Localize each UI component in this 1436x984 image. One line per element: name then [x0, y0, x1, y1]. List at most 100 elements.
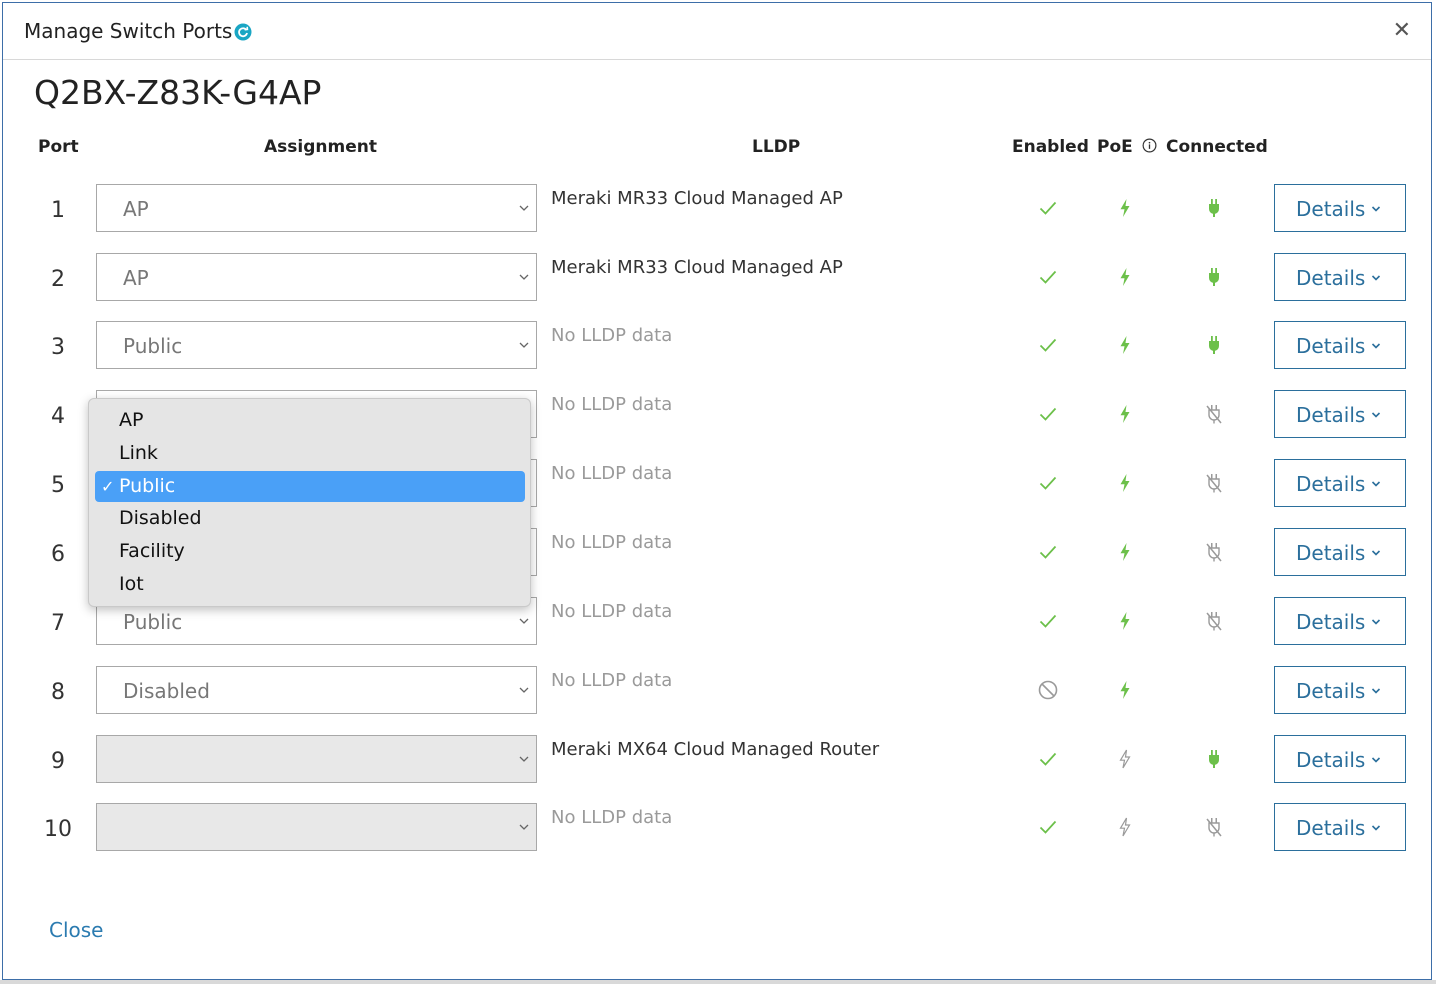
dropdown-option-label: Facility [119, 540, 185, 562]
unplugged-icon [1202, 471, 1226, 495]
dropdown-option-label: AP [119, 409, 144, 431]
details-label: Details [1296, 541, 1366, 565]
port-number: 8 [51, 680, 65, 705]
manage-switch-ports-dialog: Manage Switch Ports ✕ Q2BX-Z83K-G4AP Por… [2, 2, 1432, 980]
lightning-bolt-icon [1113, 540, 1137, 564]
close-icon[interactable]: ✕ [1393, 20, 1411, 42]
dropdown-option-link[interactable]: Link [95, 438, 525, 469]
chevron-down-icon [519, 274, 529, 280]
lldp-info: No LLDP data [551, 807, 673, 828]
unplugged-icon [1202, 815, 1226, 839]
chevron-down-icon [1371, 688, 1381, 694]
unplugged-icon [1202, 609, 1226, 633]
assignment-select[interactable]: Disabled [96, 666, 537, 714]
lldp-info: No LLDP data [551, 670, 673, 691]
chevron-down-icon [519, 687, 529, 693]
checkmark-icon: ✓ [101, 477, 115, 496]
chevron-down-icon [519, 756, 529, 762]
details-label: Details [1296, 197, 1366, 221]
column-header-enabled: Enabled [1012, 137, 1089, 157]
dropdown-option-label: Disabled [119, 507, 202, 529]
port-number: 2 [51, 267, 65, 292]
lightning-bolt-icon [1113, 333, 1137, 357]
dropdown-option-ap[interactable]: AP [95, 405, 525, 436]
check-icon [1036, 609, 1060, 633]
dropdown-option-iot[interactable]: Iot [95, 569, 525, 600]
lightning-bolt-icon [1113, 471, 1137, 495]
chevron-down-icon [1371, 825, 1381, 831]
dropdown-option-facility[interactable]: Facility [95, 536, 525, 567]
port-row: 1 AP Meraki MR33 Cloud Managed AP Details [3, 184, 1431, 253]
column-header-port: Port [38, 137, 79, 157]
details-button[interactable]: Details [1274, 184, 1406, 232]
lightning-bolt-outline-icon [1113, 747, 1137, 771]
lightning-bolt-icon [1113, 609, 1137, 633]
lldp-info: No LLDP data [551, 463, 673, 484]
port-number: 6 [51, 542, 65, 567]
plug-icon [1202, 333, 1226, 357]
details-button[interactable]: Details [1274, 528, 1406, 576]
assignment-select[interactable]: AP [96, 253, 537, 301]
chevron-down-icon [519, 824, 529, 830]
chevron-down-icon [1371, 275, 1381, 281]
port-number: 10 [44, 817, 72, 842]
port-number: 4 [51, 404, 65, 429]
check-icon [1036, 265, 1060, 289]
port-number: 7 [51, 611, 65, 636]
details-button[interactable]: Details [1274, 803, 1406, 851]
plug-icon [1202, 747, 1226, 771]
assignment-value: Public [123, 334, 183, 358]
dropdown-option-disabled[interactable]: Disabled [95, 503, 525, 534]
details-label: Details [1296, 610, 1366, 634]
lightning-bolt-outline-icon [1113, 815, 1137, 839]
assignment-select[interactable] [96, 735, 537, 783]
details-button[interactable]: Details [1274, 253, 1406, 301]
lightning-bolt-icon [1113, 402, 1137, 426]
details-label: Details [1296, 472, 1366, 496]
assignment-select[interactable]: AP [96, 184, 537, 232]
port-row: 3 Public No LLDP data Details [3, 321, 1431, 390]
dropdown-option-label: Link [119, 442, 158, 464]
dialog-header: Manage Switch Ports ✕ [3, 3, 1431, 60]
assignment-value: AP [123, 197, 149, 221]
assignment-select[interactable]: Public [96, 321, 537, 369]
lldp-info: Meraki MX64 Cloud Managed Router [551, 739, 880, 760]
column-header-assignment: Assignment [264, 137, 377, 157]
chevron-down-icon [519, 342, 529, 348]
chevron-down-icon [1371, 619, 1381, 625]
details-button[interactable]: Details [1274, 597, 1406, 645]
port-number: 1 [51, 198, 65, 223]
column-header-poe-label: PoE [1097, 137, 1133, 157]
chevron-down-icon [1371, 343, 1381, 349]
details-button[interactable]: Details [1274, 735, 1406, 783]
unplugged-icon [1202, 402, 1226, 426]
lldp-info: No LLDP data [551, 394, 673, 415]
refresh-icon[interactable] [234, 23, 252, 41]
details-label: Details [1296, 748, 1366, 772]
dropdown-option-public[interactable]: ✓ Public [95, 471, 525, 502]
port-number: 9 [51, 749, 65, 774]
details-label: Details [1296, 679, 1366, 703]
details-button[interactable]: Details [1274, 390, 1406, 438]
column-header-poe: PoE [1097, 137, 1157, 157]
lldp-info: No LLDP data [551, 532, 673, 553]
details-button[interactable]: Details [1274, 666, 1406, 714]
details-button[interactable]: Details [1274, 321, 1406, 369]
assignment-select[interactable] [96, 803, 537, 851]
check-icon [1036, 402, 1060, 426]
check-icon [1036, 747, 1060, 771]
details-label: Details [1296, 266, 1366, 290]
dropdown-option-label: Public [119, 475, 176, 497]
close-link[interactable]: Close [49, 918, 103, 942]
details-button[interactable]: Details [1274, 459, 1406, 507]
check-icon [1036, 333, 1060, 357]
info-icon[interactable] [1142, 138, 1157, 153]
plug-icon [1202, 265, 1226, 289]
lldp-info: No LLDP data [551, 601, 673, 622]
chevron-down-icon [1371, 757, 1381, 763]
lightning-bolt-icon [1113, 265, 1137, 289]
lldp-info: Meraki MR33 Cloud Managed AP [551, 188, 843, 209]
lightning-bolt-icon [1113, 196, 1137, 220]
device-name: Q2BX-Z83K-G4AP [34, 73, 322, 112]
bottom-border [0, 980, 1436, 984]
